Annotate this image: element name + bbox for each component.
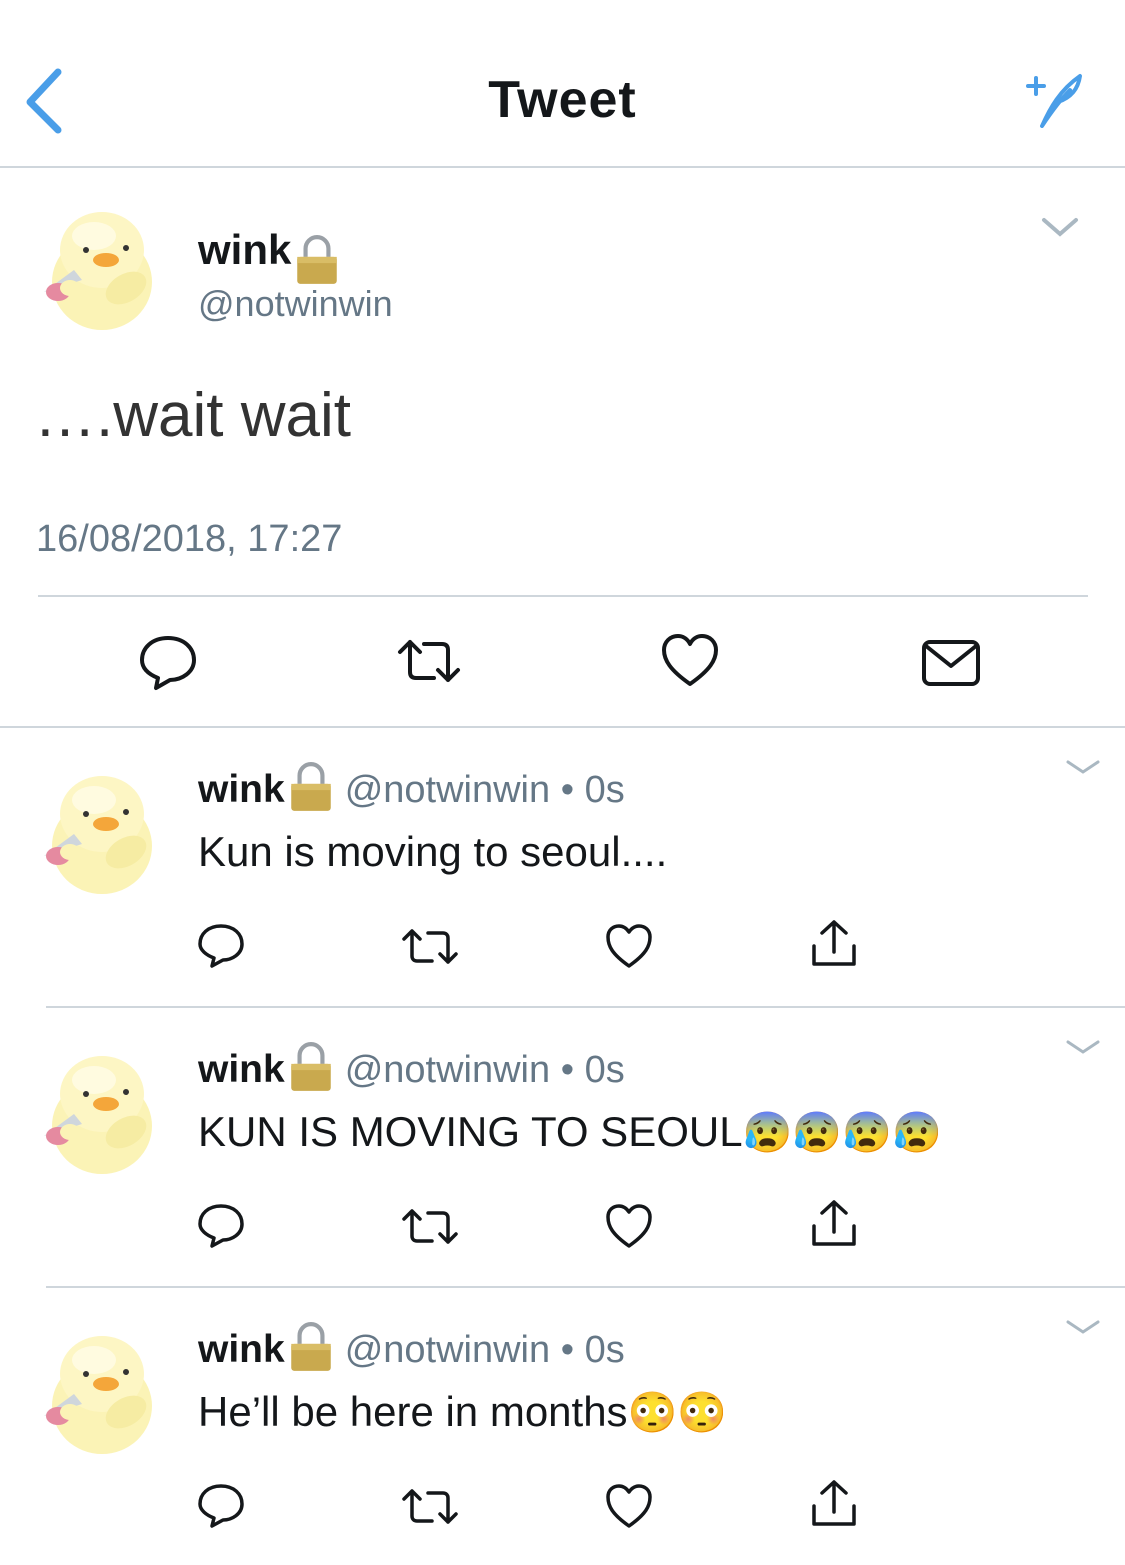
tweet-text: Kun is moving to seoul.... [198, 828, 667, 876]
tweet-text: KUN IS MOVING TO SEOUL😰😰😰😰 [198, 1108, 942, 1156]
reply-header: wink @notwinwin • 0s [198, 1048, 625, 1093]
separator-dot: • [560, 1049, 574, 1091]
reply-time: 0s [584, 1049, 625, 1091]
divider [46, 1006, 1125, 1008]
share-icon[interactable] [808, 1478, 860, 1530]
like-icon[interactable] [604, 922, 654, 970]
divider [0, 726, 1125, 728]
emoji: 😰 [792, 1111, 843, 1155]
author-handle[interactable]: @notwinwin [345, 1049, 550, 1091]
timestamp: 16/08/2018, 17:27 [36, 518, 343, 560]
reply-icon[interactable] [136, 632, 200, 692]
lock-icon [285, 761, 337, 813]
reply-time: 0s [584, 1329, 625, 1371]
emoji: 😰 [842, 1111, 893, 1155]
divider [46, 1286, 1125, 1288]
emoji: 😰 [892, 1111, 942, 1155]
reply-header: wink @notwinwin • 0s [198, 768, 625, 813]
divider [38, 595, 1088, 597]
retweet-icon[interactable] [400, 1206, 460, 1248]
author-handle[interactable]: @notwinwin [345, 1329, 550, 1371]
author-name[interactable]: wink [198, 1048, 285, 1091]
author-name[interactable]: wink [198, 1328, 285, 1371]
author-row[interactable]: wink [198, 226, 343, 286]
avatar[interactable] [30, 1324, 170, 1464]
tweet-text-content: He’ll be here in months [198, 1388, 628, 1435]
share-icon[interactable] [808, 1198, 860, 1250]
separator-dot: • [560, 1329, 574, 1371]
lock-icon [285, 1041, 337, 1093]
tweet-text: He’ll be here in months😳😳 [198, 1388, 727, 1436]
author-handle[interactable]: @notwinwin [198, 283, 393, 325]
author-name: wink [198, 226, 292, 273]
author-handle[interactable]: @notwinwin [345, 769, 550, 811]
reply-icon[interactable] [196, 922, 246, 970]
lock-icon [291, 234, 343, 286]
compose-sparkle-icon[interactable] [1020, 68, 1084, 128]
tweet-text-content: KUN IS MOVING TO SEOUL [198, 1108, 743, 1155]
retweet-icon[interactable] [400, 926, 460, 968]
emoji: 😰 [742, 1111, 793, 1155]
avatar[interactable] [30, 1044, 170, 1184]
separator-dot: • [560, 769, 574, 811]
tweet-text: ….wait wait [34, 381, 351, 450]
reply-icon[interactable] [196, 1202, 246, 1250]
like-icon[interactable] [604, 1482, 654, 1530]
message-icon[interactable] [920, 638, 982, 688]
chevron-down-icon[interactable] [1040, 214, 1080, 240]
like-icon[interactable] [660, 632, 720, 688]
chevron-down-icon[interactable] [1064, 756, 1102, 778]
page-title: Tweet [488, 71, 637, 129]
author-name[interactable]: wink [198, 768, 285, 811]
retweet-icon[interactable] [394, 636, 464, 686]
lock-icon [285, 1321, 337, 1373]
emoji: 😳 [677, 1391, 728, 1435]
chevron-down-icon[interactable] [1064, 1036, 1102, 1058]
tweet-text-content: Kun is moving to seoul.... [198, 828, 668, 875]
reply-icon[interactable] [196, 1482, 246, 1530]
avatar[interactable] [30, 764, 170, 904]
avatar[interactable] [30, 200, 170, 340]
reply-time: 0s [584, 769, 625, 811]
emoji: 😳 [627, 1391, 678, 1435]
share-icon[interactable] [808, 918, 860, 970]
like-icon[interactable] [604, 1202, 654, 1250]
header-divider [0, 166, 1125, 168]
reply-header: wink @notwinwin • 0s [198, 1328, 625, 1373]
retweet-icon[interactable] [400, 1486, 460, 1528]
chevron-down-icon[interactable] [1064, 1316, 1102, 1338]
